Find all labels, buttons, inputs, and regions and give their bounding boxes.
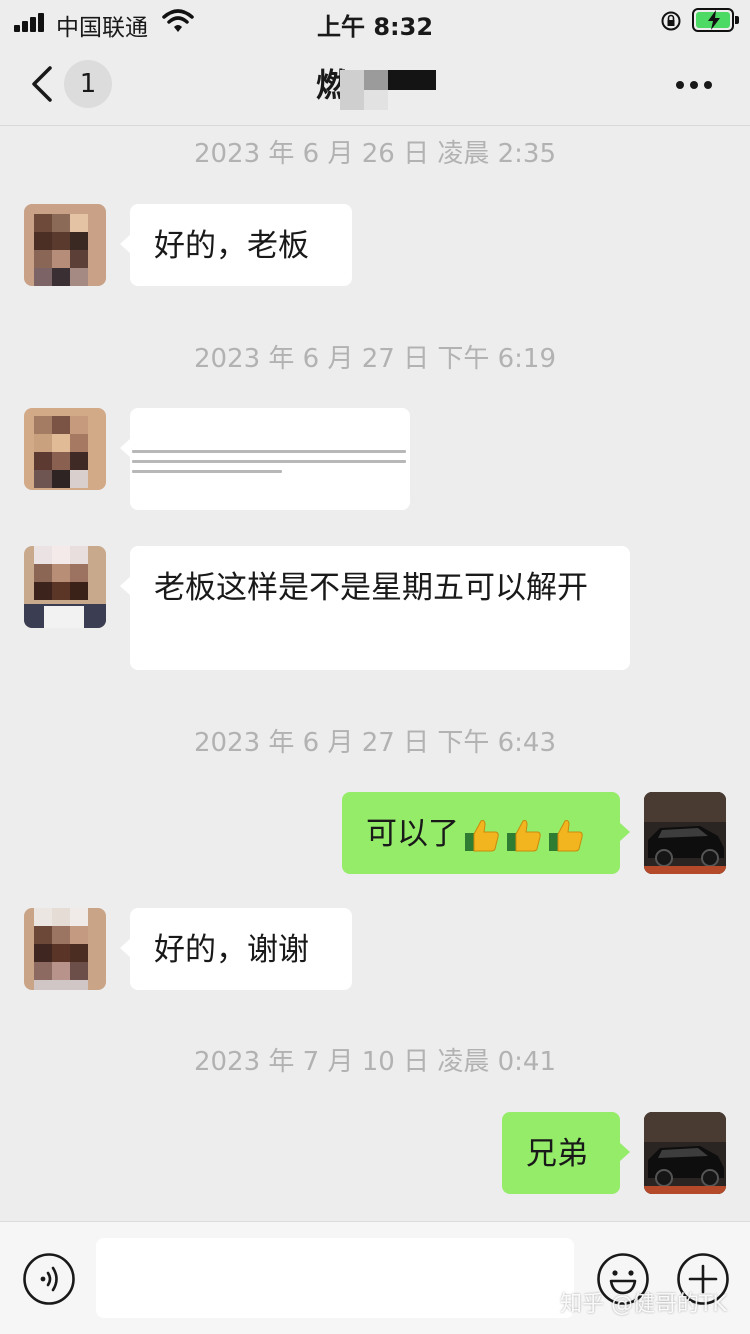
message-bubble-incoming[interactable]: 好的，谢谢 [120,908,352,990]
watermark-text: 知乎 @健哥的TK [560,1292,727,1317]
unread-count-badge[interactable]: 1 [64,60,112,108]
contact-avatar[interactable] [24,908,106,990]
message-bubble-incoming[interactable]: 好的，老板 [120,204,352,286]
user-avatar[interactable] [644,1112,726,1194]
chevron-left-icon[interactable] [28,62,56,106]
message-bubble-outgoing[interactable]: 兄弟 [502,1112,630,1194]
more-options-button[interactable] [674,78,714,92]
message-text: 好的，谢谢 [154,932,309,968]
message-text: 兄弟 [526,1136,588,1172]
image-message-bubble[interactable] [120,408,410,510]
title-redaction-mosaic [340,70,436,110]
thumbs-up-icon [507,819,541,851]
message-text: 老板这样是不是星期五可以解开 [154,570,588,606]
message-text: 可以了 [366,816,459,852]
contact-avatar[interactable] [24,204,106,286]
message-timestamp: 2023 年 7 月 10 日 凌晨 0:41 [193,1047,557,1077]
message-bubble-incoming[interactable]: 老板这样是不是星期五可以解开 [120,546,630,670]
message-bubble-outgoing[interactable]: 可以了 [342,792,630,874]
contact-avatar[interactable] [24,408,106,490]
battery-icon [692,8,739,32]
message-input[interactable] [96,1238,574,1318]
user-avatar[interactable] [644,792,726,874]
message-timestamp: 2023 年 6 月 26 日 凌晨 2:35 [193,139,557,169]
status-bar: 中国联通 上午 8:32 [0,0,750,44]
chat-header: 1 燃 [0,44,750,126]
message-timestamp: 2023 年 6 月 27 日 下午 6:43 [193,728,557,758]
thumbs-up-icon [549,819,583,851]
message-text: 好的，老板 [154,228,309,264]
status-time: 上午 8:32 [316,13,434,41]
message-timestamp: 2023 年 6 月 27 日 下午 6:19 [193,344,557,374]
thumbs-up-icon [465,819,499,851]
message-list[interactable]: 2023 年 6 月 26 日 凌晨 2:35 好的，老板 2023 年 6 月… [0,127,750,1221]
contact-avatar[interactable] [24,546,106,628]
voice-icon[interactable] [22,1252,76,1306]
rotation-lock-icon [661,11,681,31]
